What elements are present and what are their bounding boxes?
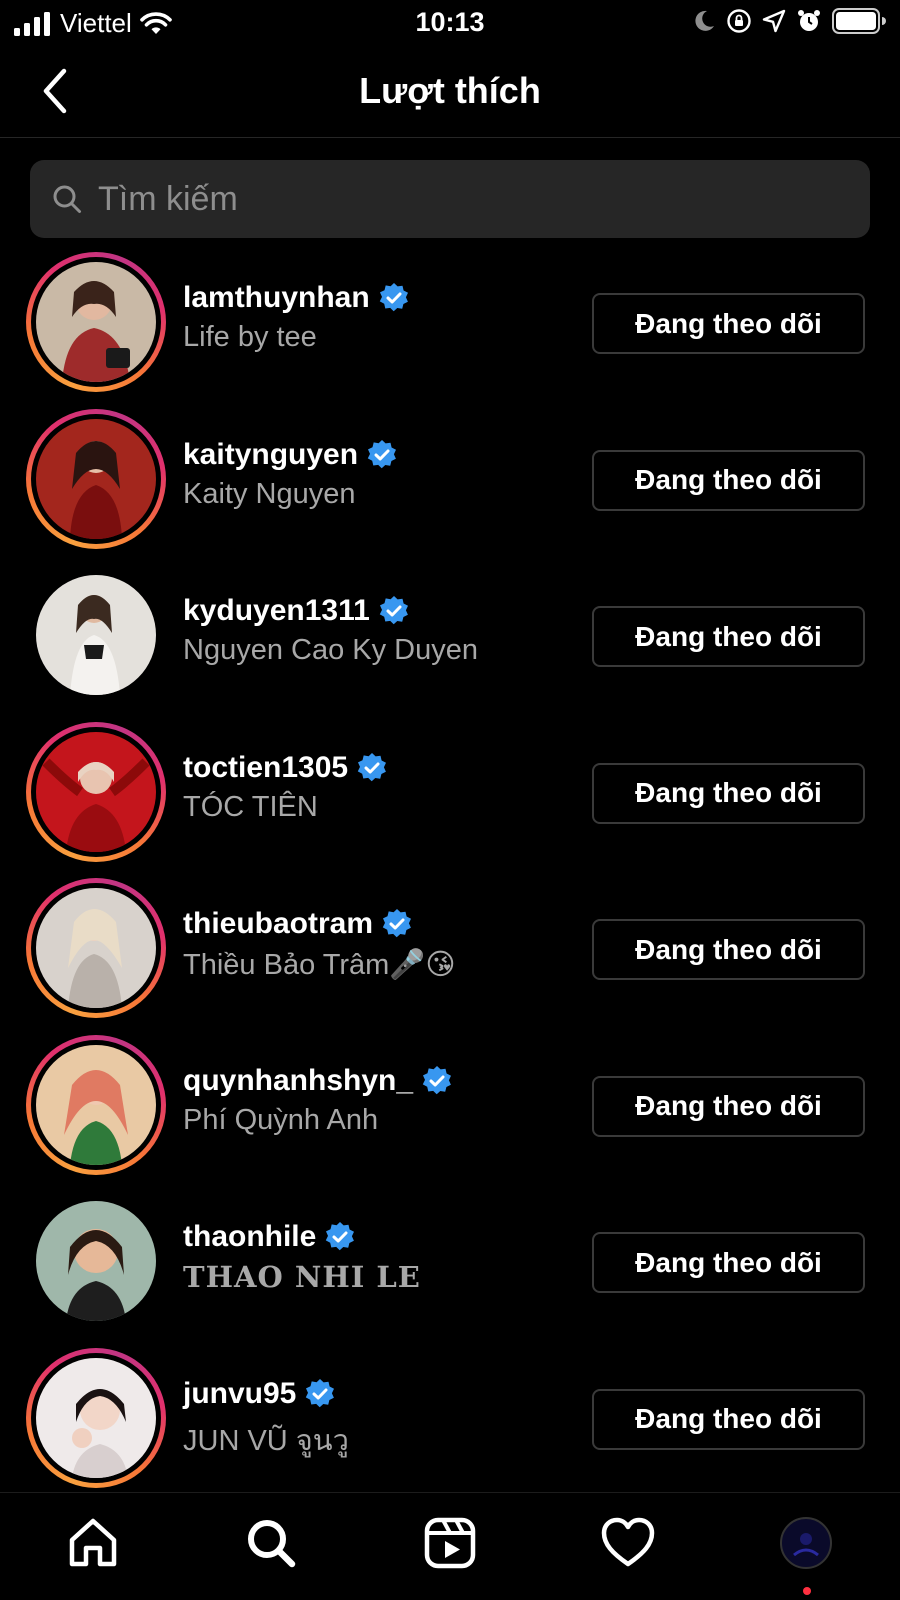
battery-icon	[832, 8, 886, 34]
story-ring[interactable]	[26, 1347, 166, 1488]
avatar	[36, 1044, 156, 1165]
page-title: Lượt thích	[359, 70, 541, 111]
story-ring[interactable]	[26, 721, 166, 862]
full-name: 𝐓𝐇𝐀𝐎 𝐍𝐇𝐈 𝐋𝐄	[183, 1260, 421, 1294]
search-icon	[53, 185, 81, 213]
list-item[interactable]: toctien1305 TÓC TIÊN Đang theo dõi	[0, 715, 900, 872]
location-icon	[762, 9, 786, 33]
story-ring[interactable]	[26, 878, 166, 1018]
avatar	[36, 418, 156, 539]
status-right	[692, 8, 886, 34]
search-icon	[248, 1520, 296, 1568]
home-icon	[69, 1518, 117, 1567]
username[interactable]: kaitynguyen	[183, 438, 358, 472]
following-button[interactable]: Đang theo dõi	[592, 449, 865, 511]
following-button[interactable]: Đang theo dõi	[592, 606, 865, 667]
verified-badge-icon	[367, 439, 397, 468]
verified-badge-icon	[326, 1222, 355, 1251]
list-item[interactable]: kaitynguyen Kaity Nguyen Đang theo dõi	[0, 402, 900, 559]
username[interactable]: kyduyen1311	[183, 594, 370, 628]
username[interactable]: toctien1305	[183, 751, 348, 785]
avatar-container[interactable]	[26, 1191, 166, 1331]
verified-badge-icon	[379, 283, 408, 312]
username[interactable]: junvu95	[183, 1377, 296, 1411]
header: Lượt thích	[0, 50, 900, 138]
avatar	[36, 575, 156, 695]
following-button[interactable]: Đang theo dõi	[592, 1075, 865, 1137]
full-name: TÓC TIÊN	[183, 790, 318, 823]
username[interactable]: thieubaotram	[183, 907, 373, 941]
avatar	[36, 1201, 156, 1321]
avatar	[36, 262, 156, 382]
full-name: Nguyen Cao Ky Duyen	[183, 634, 478, 666]
following-button[interactable]: Đang theo dõi	[592, 1232, 865, 1293]
moon-icon	[695, 10, 714, 31]
story-ring[interactable]	[26, 408, 166, 549]
following-button[interactable]: Đang theo dõi	[592, 1388, 865, 1450]
story-ring[interactable]	[26, 252, 166, 392]
search-input[interactable]	[98, 179, 838, 219]
full-name: Phí Quỳnh Anh	[183, 1103, 379, 1136]
avatar-container[interactable]	[26, 565, 166, 705]
list-item[interactable]: lamthuynhan Life by tee Đang theo dõi	[0, 245, 900, 402]
avatar	[36, 888, 156, 1008]
story-ring[interactable]	[26, 1034, 166, 1175]
nav-reels[interactable]	[420, 1513, 480, 1573]
list-item[interactable]: quynhanhshyn_ Phí Quỳnh Anh Đang theo dõ…	[0, 1028, 900, 1185]
nav-search[interactable]	[241, 1513, 301, 1573]
username[interactable]: quynhanhshyn_	[183, 1064, 413, 1098]
profile-avatar	[780, 1517, 832, 1569]
rotation-lock-icon	[727, 9, 751, 33]
verified-badge-icon	[422, 1065, 452, 1094]
status-bar: Viettel 10:13	[0, 0, 900, 46]
likes-list: lamthuynhan Life by tee Đang theo dõi ka…	[0, 245, 900, 1497]
full-name: Kaity Nguyen	[183, 477, 356, 510]
nav-profile[interactable]	[776, 1513, 836, 1573]
username[interactable]: lamthuynhan	[183, 281, 370, 315]
full-name: Thiều Bảo Trâm🎤😘	[183, 949, 456, 981]
following-button[interactable]: Đang theo dõi	[592, 919, 865, 980]
verified-badge-icon	[357, 752, 387, 781]
verified-badge-icon	[379, 596, 408, 625]
bottom-nav	[0, 1492, 900, 1600]
following-button[interactable]: Đang theo dõi	[592, 293, 865, 354]
list-item[interactable]: junvu95 JUN VŨ จูนวู Đang theo dõi	[0, 1341, 900, 1498]
notification-dot	[803, 1587, 811, 1595]
nav-home[interactable]	[63, 1513, 123, 1573]
list-item[interactable]: thieubaotram Thiều Bảo Trâm🎤😘 Đang theo …	[0, 871, 900, 1028]
full-name: JUN VŨ จูนวู	[183, 1424, 349, 1457]
nav-activity[interactable]	[598, 1513, 658, 1573]
username[interactable]: thaonhile	[183, 1220, 316, 1254]
full-name: Life by tee	[183, 321, 317, 353]
reels-icon	[424, 1517, 476, 1569]
list-item[interactable]: kyduyen1311 Nguyen Cao Ky Duyen Đang the…	[0, 558, 900, 715]
following-button[interactable]: Đang theo dõi	[592, 762, 865, 824]
avatar	[36, 731, 156, 852]
alarm-icon	[798, 10, 820, 31]
verified-badge-icon	[306, 1378, 335, 1407]
search-bar[interactable]	[30, 160, 870, 238]
avatar	[36, 1357, 156, 1478]
list-item[interactable]: thaonhile 𝐓𝐇𝐀𝐎 𝐍𝐇𝐈 𝐋𝐄 Đang theo dõi	[0, 1184, 900, 1341]
heart-icon	[601, 1517, 655, 1567]
verified-badge-icon	[382, 909, 412, 938]
